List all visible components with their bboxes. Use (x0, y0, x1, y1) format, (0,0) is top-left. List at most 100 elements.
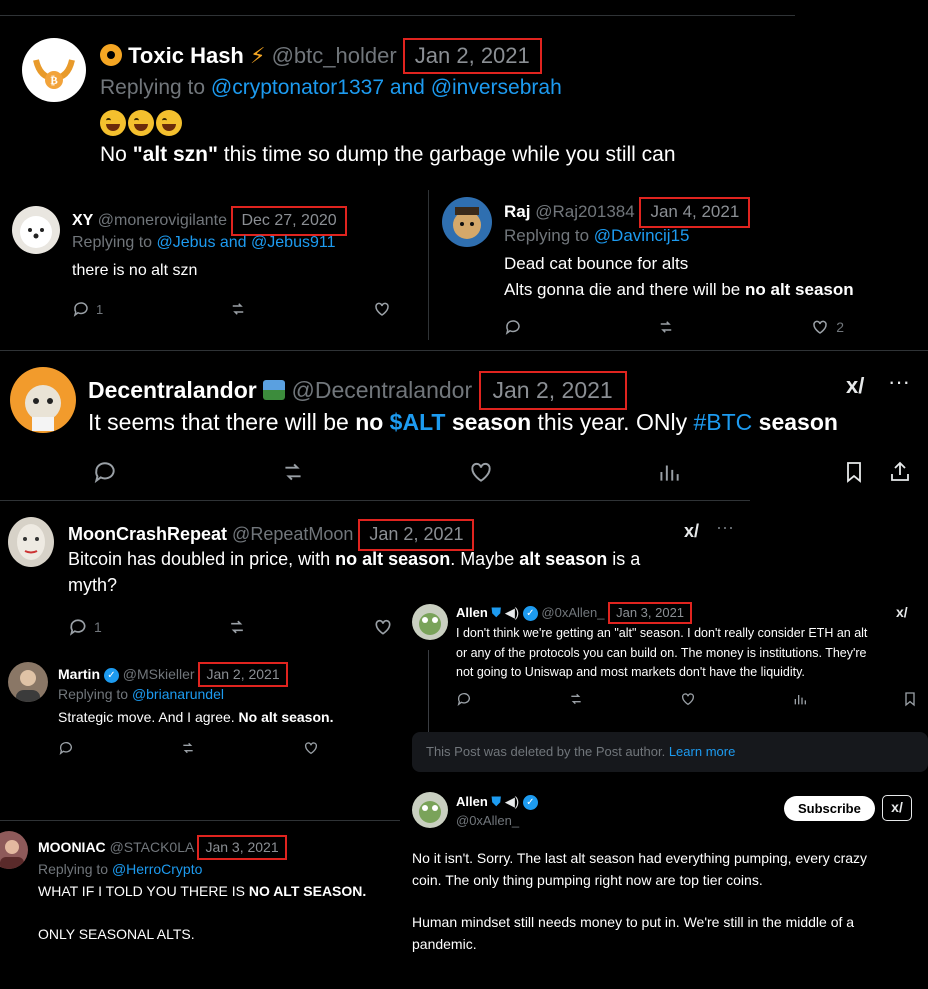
reply-count: 1 (94, 619, 102, 635)
more-options-icon[interactable]: ··· (888, 369, 910, 395)
frog-icon (419, 613, 441, 635)
like-count: 2 (836, 319, 844, 335)
speaker-icon: ◀) (504, 794, 520, 809)
action-bar: 1 (72, 300, 392, 318)
display-name[interactable]: Allen (456, 794, 488, 809)
handle[interactable]: @Raj201384 (535, 202, 635, 221)
cashtag-link[interactable]: $ALT (383, 409, 446, 435)
handle[interactable]: @Decentralandor (292, 377, 473, 403)
replying-to-link[interactable]: @brianarundel (132, 686, 224, 702)
reply-button[interactable] (92, 459, 118, 485)
post-date[interactable]: Jan 3, 2021 (608, 602, 693, 625)
shield-icon: ⛊ (491, 605, 502, 620)
heart-icon (471, 462, 491, 482)
reply-icon (69, 619, 86, 636)
display-name[interactable]: MOONIAC (38, 839, 106, 855)
grok-icon[interactable]: x/ (846, 373, 864, 399)
repost-button[interactable] (567, 691, 585, 707)
post-date[interactable]: Jan 2, 2021 (358, 519, 475, 551)
avatar[interactable] (10, 367, 76, 433)
repost-button[interactable] (228, 300, 248, 318)
like-button[interactable] (372, 617, 394, 637)
tweet-text-line2: myth? (68, 575, 118, 595)
post-date[interactable]: Jan 2, 2021 (478, 371, 627, 411)
reply-button[interactable] (58, 740, 74, 756)
tweet-text-line2: or any of the protocols you can build on… (456, 646, 867, 660)
bookmark-button[interactable] (842, 459, 866, 485)
divider (0, 820, 400, 821)
reply-button[interactable]: 1 (68, 617, 102, 637)
like-button[interactable] (467, 459, 495, 485)
action-bar: 1 (68, 617, 394, 637)
repost-button[interactable] (179, 740, 197, 756)
avatar[interactable] (412, 792, 448, 828)
reply-icon (505, 320, 520, 335)
handle[interactable]: @monerovigilante (98, 212, 227, 229)
avatar[interactable] (12, 206, 60, 254)
tweet-text-line2: Alts gonna die and there will be (504, 280, 745, 299)
replying-to-link[interactable]: @Jebus and @Jebus911 (157, 234, 336, 251)
replying-to-link[interactable]: @HerroCrypto (112, 861, 202, 877)
reply-button[interactable] (456, 691, 472, 707)
avatar[interactable] (412, 604, 448, 640)
repost-icon (183, 742, 193, 754)
grok-icon[interactable]: x/ (882, 795, 912, 821)
grok-icon[interactable]: x/ (896, 604, 908, 620)
ape-nft-icon (25, 385, 61, 431)
avatar[interactable] (8, 662, 48, 702)
like-button[interactable] (372, 300, 392, 318)
repost-button[interactable] (279, 459, 307, 485)
hashtag-link[interactable]: #BTC (693, 409, 752, 435)
handle[interactable]: @MSkieller (123, 666, 195, 682)
display-name[interactable]: XY (72, 212, 93, 229)
repost-button[interactable] (226, 617, 248, 637)
analytics-icon (794, 695, 806, 705)
display-name[interactable]: Martin (58, 666, 100, 682)
handle[interactable]: @STACK0LA (110, 839, 194, 855)
tweet-text: . Maybe (450, 549, 520, 569)
person-icon (16, 670, 40, 702)
reply-button[interactable] (504, 318, 522, 336)
avatar[interactable] (8, 517, 54, 567)
like-button[interactable] (302, 740, 320, 756)
views-button[interactable] (656, 459, 682, 485)
display-name[interactable]: MoonCrashRepeat (68, 524, 227, 544)
handle[interactable]: @0xAllen_ (541, 605, 604, 620)
avatar[interactable] (0, 831, 28, 869)
views-button[interactable] (792, 691, 808, 707)
grok-icon[interactable]: x/ (684, 521, 699, 542)
display-name[interactable]: Toxic Hash (128, 43, 244, 68)
subscribe-button[interactable]: Subscribe (784, 796, 875, 821)
reply-button[interactable]: 1 (72, 300, 103, 318)
like-button[interactable]: 2 (810, 318, 844, 336)
avatar[interactable]: ₿ (22, 38, 86, 102)
tweet-text: WHAT IF I TOLD YOU THERE IS (38, 883, 249, 899)
avatar[interactable] (442, 197, 492, 247)
replying-to-link[interactable]: @Davincij15 (594, 226, 690, 245)
display-name[interactable]: Allen (456, 605, 488, 620)
tweet-text-rest: this time so dump the garbage while you … (217, 143, 676, 166)
post-date[interactable]: Jan 2, 2021 (198, 662, 288, 688)
handle[interactable]: @0xAllen_ (456, 813, 519, 828)
share-button[interactable] (888, 459, 912, 485)
like-button[interactable] (679, 691, 697, 707)
replying-to-link[interactable]: @cryptonator1337 and @inversebrah (211, 76, 562, 99)
reply-icon (59, 742, 72, 755)
handle[interactable]: @btc_holder (272, 43, 397, 68)
handle[interactable]: @RepeatMoon (232, 524, 353, 544)
tweet-text-line1: I don't think we're getting an "alt" sea… (456, 626, 868, 640)
action-bar: 2 (504, 318, 844, 336)
learn-more-link[interactable]: Learn more (669, 744, 735, 759)
verified-badge-icon: ✓ (522, 606, 538, 622)
repost-button[interactable] (656, 318, 676, 336)
display-name[interactable]: Decentralandor (88, 377, 257, 403)
post-date[interactable]: Jan 4, 2021 (639, 197, 751, 228)
shield-icon: ⛊ (491, 794, 502, 809)
post-date[interactable]: Jan 2, 2021 (402, 38, 542, 75)
lightning-icon: ⚡ (250, 43, 266, 68)
display-name[interactable]: Raj (504, 202, 530, 221)
bookmark-button[interactable] (902, 691, 918, 707)
post-date[interactable]: Jan 3, 2021 (197, 835, 287, 861)
more-options-icon[interactable]: ··· (716, 517, 734, 538)
post-date[interactable]: Dec 27, 2020 (231, 206, 347, 236)
